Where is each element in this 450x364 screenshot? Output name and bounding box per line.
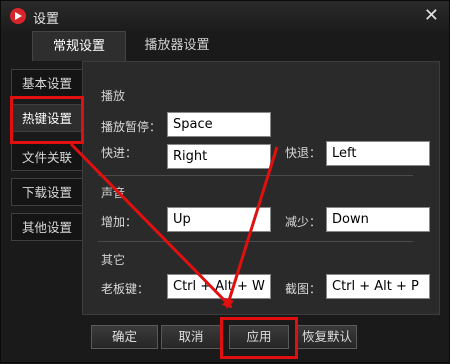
section-title-playback: 播放 <box>101 89 126 103</box>
settings-dialog: 设置 ✕ 常规设置 播放器设置 基本设置 热键设置 文件关联 下载设置 其他设置… <box>0 0 450 363</box>
highlight-box-apply <box>220 317 298 359</box>
rewind-label: 快退： <box>285 146 322 160</box>
pause-label: 播放暂停： <box>101 120 162 134</box>
pause-hotkey-field[interactable]: Space <box>167 112 271 137</box>
forward-hotkey-field[interactable]: Right <box>167 144 271 169</box>
close-icon[interactable]: ✕ <box>424 5 439 26</box>
window-title: 设置 <box>33 12 60 27</box>
tab-general-settings[interactable]: 常规设置 <box>32 31 126 61</box>
cancel-button[interactable]: 取消 <box>161 325 221 349</box>
divider <box>98 241 413 242</box>
boss-key-hotkey-field[interactable]: Ctrl + Alt + W <box>167 274 271 299</box>
app-logo-icon <box>10 8 26 24</box>
sidebar-item-download[interactable]: 下载设置 <box>11 178 83 206</box>
boss-key-label: 老板键： <box>101 282 150 296</box>
forward-label: 快进： <box>101 146 138 160</box>
ok-button[interactable]: 确定 <box>91 325 158 349</box>
title-bar: 设置 ✕ <box>1 1 449 31</box>
volume-up-label: 增加： <box>101 215 138 229</box>
restore-defaults-button[interactable]: 恢复默认 <box>297 325 357 349</box>
volume-down-label: 减少： <box>285 215 322 229</box>
highlight-box-hotkeys <box>10 96 84 144</box>
sidebar-item-basic[interactable]: 基本设置 <box>11 69 83 97</box>
volume-down-hotkey-field[interactable]: Down <box>326 207 430 232</box>
tab-player-settings[interactable]: 播放器设置 <box>129 31 225 61</box>
rewind-hotkey-field[interactable]: Left <box>326 141 430 166</box>
section-title-sound: 声音 <box>101 186 126 200</box>
screenshot-label: 截图： <box>285 282 322 296</box>
volume-up-hotkey-field[interactable]: Up <box>167 207 271 232</box>
screenshot-hotkey-field[interactable]: Ctrl + Alt + P <box>326 274 430 299</box>
sidebar-item-other[interactable]: 其他设置 <box>11 213 83 241</box>
section-title-other: 其它 <box>101 253 126 267</box>
divider <box>98 175 413 176</box>
sidebar-item-file-association[interactable]: 文件关联 <box>11 143 83 171</box>
